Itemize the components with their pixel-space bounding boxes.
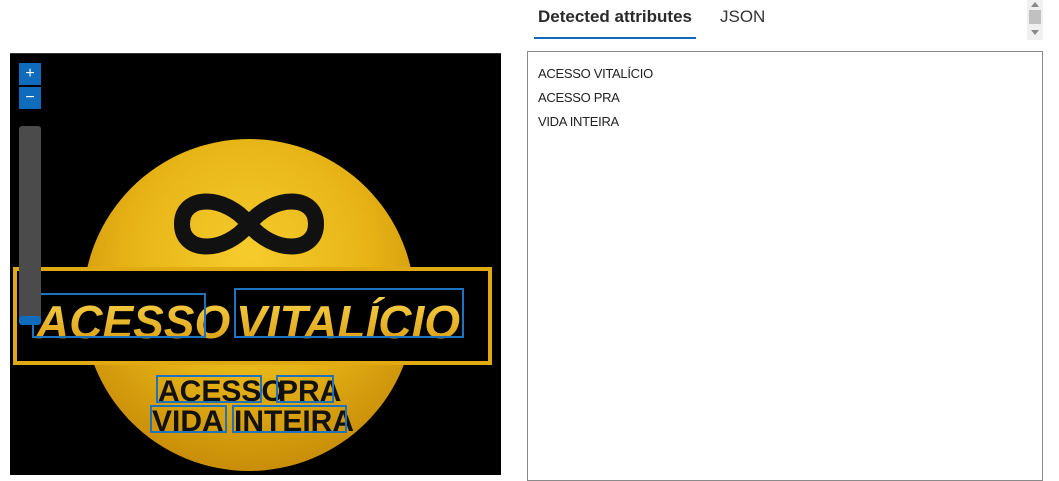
tab-bar: Detected attributes JSON xyxy=(534,0,789,40)
attribute-line: ACESSO VITALÍCIO xyxy=(538,66,653,81)
zoom-slider-handle[interactable] xyxy=(19,316,41,325)
detection-box[interactable] xyxy=(234,288,464,338)
attribute-line: VIDA INTEIRA xyxy=(538,114,619,129)
tab-detected-attributes[interactable]: Detected attributes xyxy=(534,0,696,39)
zoom-in-button[interactable]: + xyxy=(19,63,41,85)
attribute-line: ACESSO PRA xyxy=(538,90,620,105)
detected-attributes-panel: ACESSO VITALÍCIO ACESSO PRA VIDA INTEIRA xyxy=(527,51,1043,481)
scrollbar-thumb[interactable] xyxy=(1029,10,1041,24)
zoom-slider-track[interactable] xyxy=(19,126,41,324)
page-scrollbar[interactable] xyxy=(1027,0,1043,40)
detection-box[interactable] xyxy=(150,405,227,433)
detection-box[interactable] xyxy=(156,375,262,403)
detection-box[interactable] xyxy=(276,375,334,403)
tab-json[interactable]: JSON xyxy=(716,0,769,37)
detection-box[interactable] xyxy=(232,405,347,433)
image-viewer[interactable]: ACESSO VITALÍCIO ACESSO PRA VIDA INTEIRA… xyxy=(10,53,501,475)
scroll-up-arrow-icon[interactable] xyxy=(1031,2,1039,7)
zoom-out-button[interactable]: − xyxy=(19,87,41,109)
detection-box[interactable] xyxy=(32,293,206,338)
scroll-down-arrow-icon[interactable] xyxy=(1031,30,1039,35)
